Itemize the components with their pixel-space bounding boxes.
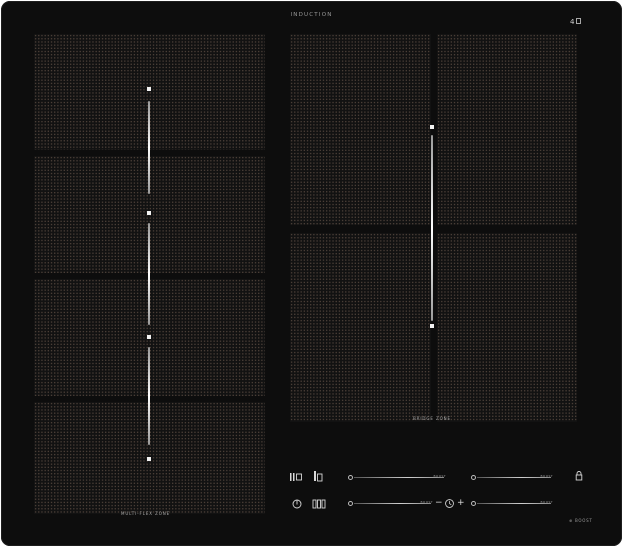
timer-minus-button[interactable]: −: [435, 498, 443, 508]
zone3-slider-track: [354, 503, 431, 504]
zone4-slider-start: [471, 501, 476, 506]
multiflex-slider-2[interactable]: [148, 223, 150, 325]
multiflex-marker-3[interactable]: [147, 335, 151, 339]
zone3-slider-start: [348, 501, 353, 506]
multiflex-marker-1[interactable]: [147, 87, 151, 91]
zone1-power-slider[interactable]: BOOST: [348, 472, 446, 484]
zone1-slider-track: [354, 477, 444, 478]
zone2-boost-tag: BOOST: [540, 474, 553, 478]
bridge-marker-top[interactable]: [430, 125, 434, 129]
multiflex-marker-4[interactable]: [147, 457, 151, 461]
multiflex-zone-label: MULTI-FLEX ZONE: [121, 511, 171, 516]
multiflex-slider-1[interactable]: [148, 101, 150, 194]
menu-icon[interactable]: [312, 498, 326, 510]
zone3-boost-tag: BOOST: [420, 500, 433, 504]
zone4-boost-tag: BOOST: [540, 500, 553, 504]
bridge-segment-top-left[interactable]: [290, 34, 431, 225]
bridge-zone-label: BRIDGE ZONE: [413, 416, 451, 421]
zone2-power-slider[interactable]: BOOST: [471, 472, 553, 484]
bridge-segment-top-right[interactable]: [437, 34, 577, 225]
bridge-segment-bottom-left[interactable]: [290, 233, 431, 422]
power-icon[interactable]: [291, 498, 303, 510]
svg-text:4: 4: [570, 18, 575, 26]
zone1-slider-start: [348, 475, 353, 480]
child-lock-icon[interactable]: [575, 470, 583, 482]
boost-label: ⊕ BOOST: [569, 518, 593, 523]
hob-title: INDUCTION: [290, 12, 333, 18]
timer-icon[interactable]: [444, 498, 455, 509]
zone4-power-slider[interactable]: BOOST: [471, 498, 553, 510]
zone3-power-slider[interactable]: BOOST: [348, 498, 433, 510]
zone1-boost-tag: BOOST: [433, 474, 446, 478]
induction-hob: INDUCTION 4 MULTI-FLEX ZONE BRIDGE ZONE …: [1, 1, 622, 546]
timer-plus-button[interactable]: +: [457, 498, 465, 508]
bridge-marker-bottom[interactable]: [430, 324, 434, 328]
multiflex-slider-3[interactable]: [148, 347, 150, 445]
multiflex-marker-2[interactable]: [147, 211, 151, 215]
corner-indicator-icon: 4: [570, 18, 581, 26]
pause-icon[interactable]: [289, 471, 303, 483]
bridge-segment-bottom-right[interactable]: [437, 233, 577, 422]
pot-detect-icon[interactable]: [313, 470, 323, 482]
bridge-slider[interactable]: [431, 135, 433, 321]
zone2-slider-start: [471, 475, 476, 480]
